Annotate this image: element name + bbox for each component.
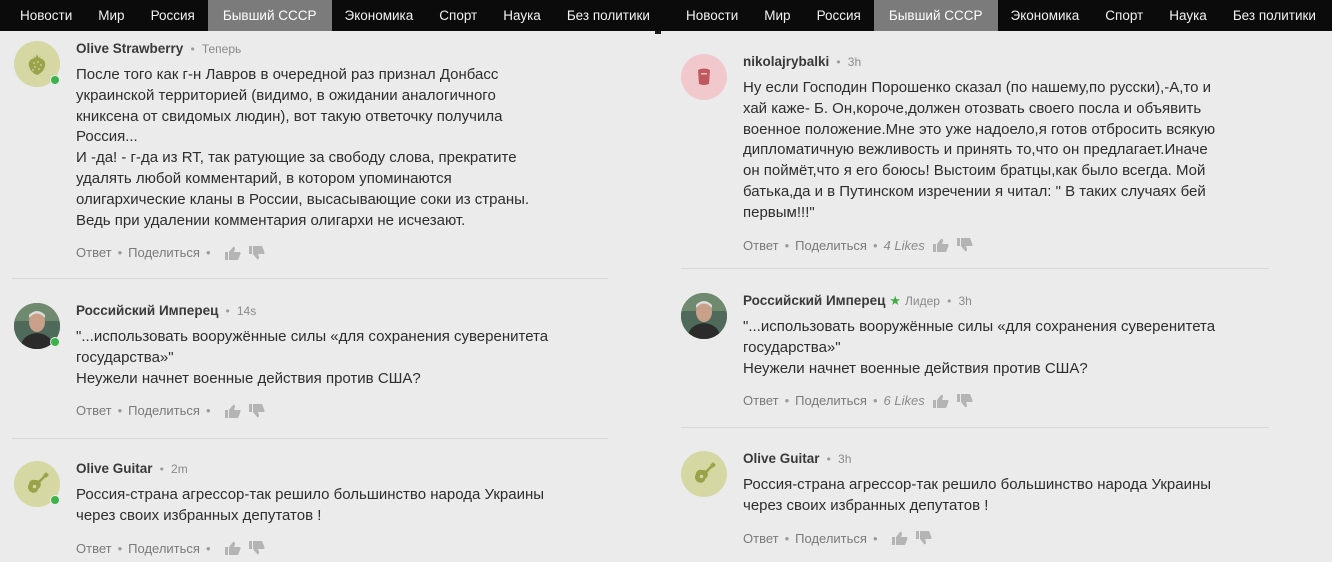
comment-text: "...использовать вооружённые силы «для с… (76, 328, 549, 387)
reply-link[interactable]: Ответ (76, 245, 112, 260)
avatar[interactable] (14, 41, 60, 87)
guitar-icon (694, 462, 716, 483)
user-photo (681, 293, 727, 339)
avatar[interactable] (681, 54, 727, 100)
avatar[interactable] (14, 461, 60, 507)
comment-time[interactable]: 3h (838, 452, 851, 466)
reply-link[interactable]: Ответ (76, 541, 112, 556)
avatar[interactable] (14, 303, 60, 349)
nav-item-no-politics[interactable]: Без политики (554, 0, 663, 31)
nav-item-no-politics[interactable]: Без политики (1220, 0, 1329, 31)
likes-count[interactable]: 4 Likes (884, 238, 925, 253)
leader-star-icon: ★ (889, 294, 902, 309)
comment-author[interactable]: Olive Guitar (76, 461, 153, 476)
thumbs-up-icon[interactable] (932, 238, 949, 253)
comment-text: После того как г-н Лавров в очередной ра… (76, 66, 530, 229)
top-nav: Новости Мир Россия Бывший СССР Экономика… (0, 0, 666, 31)
leader-badge: Лидер (905, 294, 940, 308)
share-link[interactable]: Поделиться (128, 245, 200, 260)
thumbs-down-icon[interactable] (248, 541, 265, 555)
comment-text: Россия-страна агрессор-так решило больши… (76, 486, 545, 524)
avatar[interactable] (681, 451, 727, 497)
thumbs-down-icon[interactable] (956, 238, 973, 252)
likes-count[interactable]: 6 Likes (884, 393, 925, 408)
left-screenshot-panel: Новости Мир Россия Бывший СССР Экономика… (0, 0, 666, 562)
strawberry-icon (28, 54, 46, 75)
avatar[interactable] (681, 293, 727, 339)
thumbs-up-icon[interactable] (891, 531, 908, 546)
comment-divider (12, 278, 608, 279)
comment-text: Россия-страна агрессор-так решило больши… (743, 476, 1212, 514)
nav-item-former-ussr[interactable]: Бывший СССР (207, 0, 332, 31)
thumbs-down-icon[interactable] (915, 531, 932, 545)
guitar-icon (27, 472, 49, 493)
reply-link[interactable]: Ответ (743, 531, 779, 546)
comment-time[interactable]: 3h (958, 294, 971, 308)
comment-author[interactable]: Российский Имперец (743, 293, 885, 308)
nav-item-science[interactable]: Наука (490, 0, 554, 31)
comment-time[interactable]: 2m (171, 462, 188, 476)
comment-time[interactable]: 14s (237, 304, 256, 318)
comment-author[interactable]: Российский Имперец (76, 303, 218, 318)
share-link[interactable]: Поделиться (795, 393, 867, 408)
online-indicator (50, 337, 60, 347)
comment-divider (681, 427, 1269, 428)
nav-item-economy[interactable]: Экономика (332, 0, 427, 31)
nav-item-russia[interactable]: Россия (138, 0, 208, 31)
thumbs-up-icon[interactable] (224, 404, 241, 418)
nav-item-former-ussr[interactable]: Бывший СССР (873, 0, 998, 31)
nav-item-news[interactable]: Новости (0, 0, 85, 31)
share-link[interactable]: Поделиться (795, 238, 867, 253)
thumbs-up-icon[interactable] (932, 394, 949, 408)
nav-item-science[interactable]: Наука (1156, 0, 1220, 31)
nav-item-world[interactable]: Мир (85, 0, 137, 31)
nav-item-economy[interactable]: Экономика (998, 0, 1093, 31)
reply-link[interactable]: Ответ (743, 238, 779, 253)
comment-text: "...использовать вооружённые силы «для с… (743, 318, 1216, 377)
share-link[interactable]: Поделиться (128, 403, 200, 418)
thumbs-up-icon[interactable] (224, 246, 241, 260)
reply-link[interactable]: Ответ (76, 403, 112, 418)
nav-item-sport[interactable]: Спорт (1092, 0, 1156, 31)
cup-icon (698, 68, 710, 85)
comment-time[interactable]: Теперь (202, 42, 241, 56)
comment-text: Ну если Господин Порошенко сказал (по на… (743, 79, 1216, 221)
nav-notch (655, 31, 661, 34)
nav-item-news[interactable]: Новости (666, 0, 751, 31)
thumbs-down-icon[interactable] (956, 393, 973, 408)
nav-item-world[interactable]: Мир (751, 0, 803, 31)
comment-divider (681, 268, 1269, 269)
comment-author[interactable]: Olive Guitar (743, 451, 820, 466)
online-indicator (50, 495, 60, 505)
comment-author[interactable]: Olive Strawberry (76, 41, 183, 56)
comment-divider (12, 438, 608, 439)
thumbs-down-icon[interactable] (248, 403, 265, 418)
reply-link[interactable]: Ответ (743, 393, 779, 408)
thumbs-down-icon[interactable] (248, 245, 265, 260)
nav-item-sport[interactable]: Спорт (426, 0, 490, 31)
comment-author[interactable]: nikolajrybalki (743, 54, 829, 69)
top-nav: Новости Мир Россия Бывший СССР Экономика… (666, 0, 1332, 31)
right-screenshot-panel: Новости Мир Россия Бывший СССР Экономика… (666, 0, 1332, 562)
online-indicator (50, 75, 60, 85)
comment-time[interactable]: 3h (848, 55, 861, 69)
thumbs-up-icon[interactable] (224, 541, 241, 556)
nav-item-russia[interactable]: Россия (804, 0, 874, 31)
share-link[interactable]: Поделиться (795, 531, 867, 546)
share-link[interactable]: Поделиться (128, 541, 200, 556)
